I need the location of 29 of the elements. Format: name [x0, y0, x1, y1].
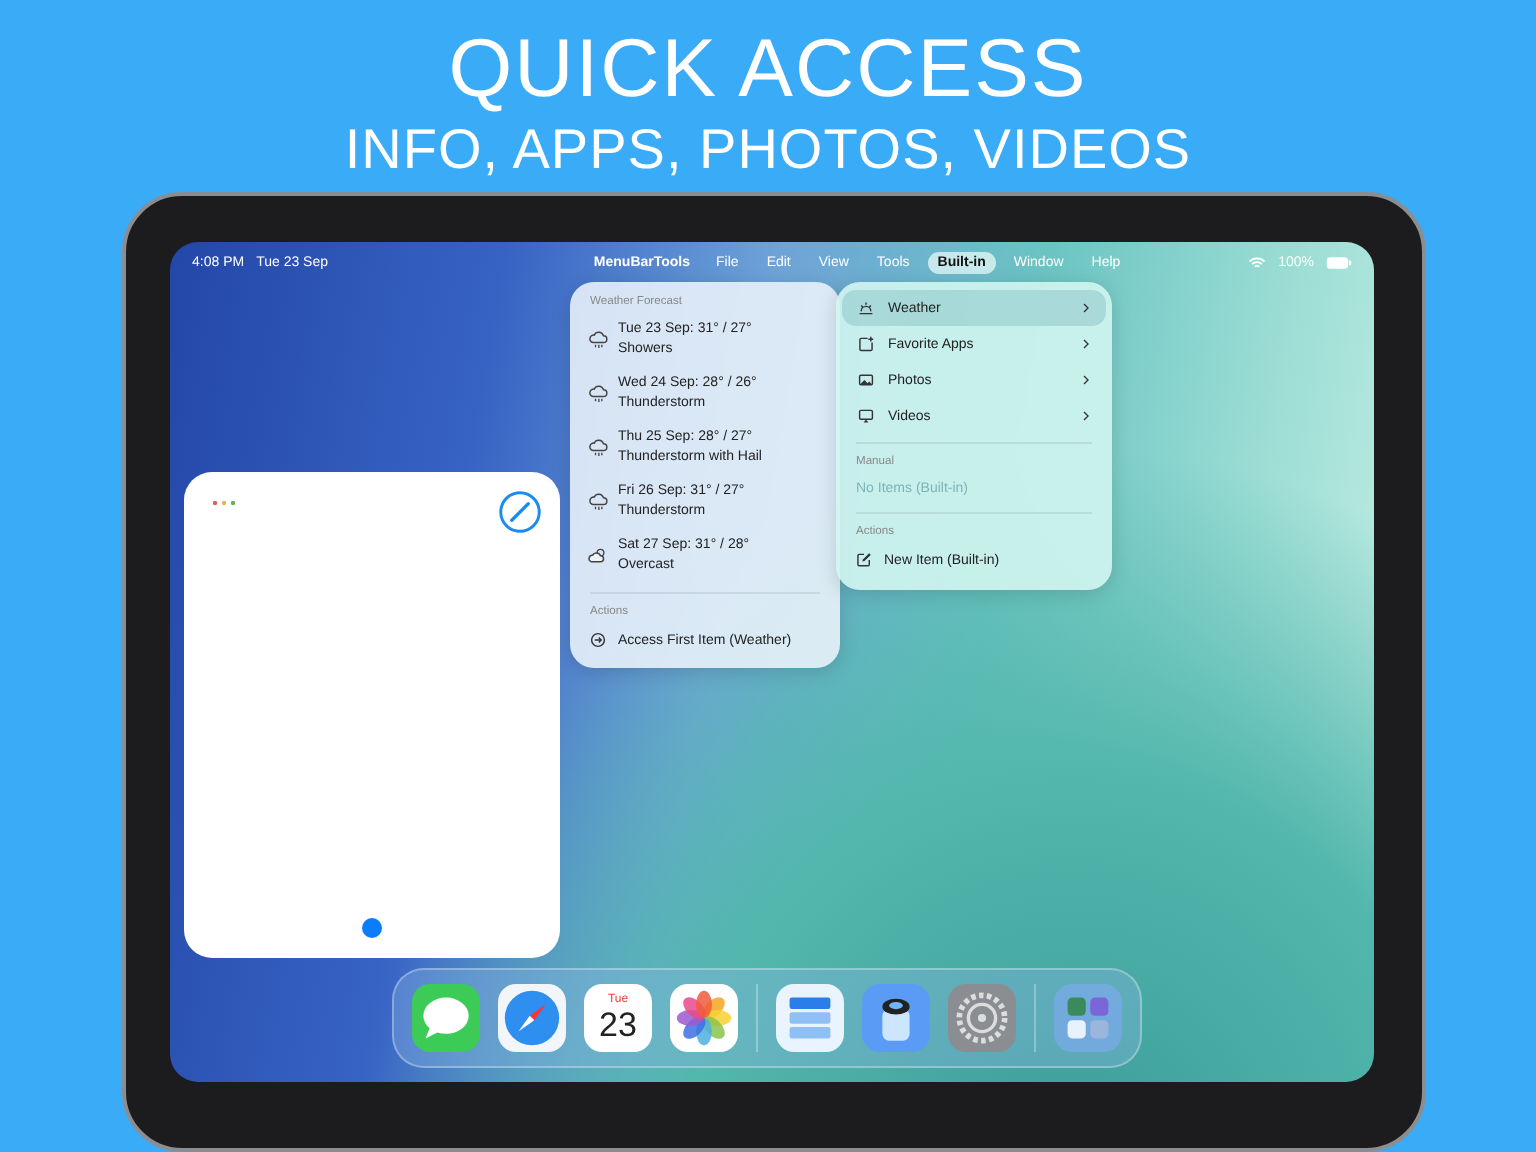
sunrise-icon	[858, 300, 874, 316]
page-indicator	[362, 918, 382, 938]
compose-icon[interactable]	[498, 490, 542, 534]
compass-app-icon[interactable]	[498, 984, 566, 1052]
cloud-rain-icon	[588, 438, 608, 458]
list-app-icon[interactable]	[776, 984, 844, 1052]
photos-app-icon[interactable]	[670, 984, 738, 1052]
wifi-icon	[1248, 256, 1267, 270]
compose-icon	[856, 552, 872, 568]
battery-icon	[1326, 256, 1352, 270]
photo-icon	[858, 372, 874, 388]
app-square-icon	[858, 336, 874, 352]
settings-app-icon[interactable]	[948, 984, 1016, 1052]
headline: QUICK ACCESS	[448, 20, 1088, 116]
chevron-icon	[1082, 302, 1090, 314]
app-folder-icon[interactable]	[1054, 984, 1122, 1052]
chevron-icon	[1082, 374, 1090, 386]
window-controls-icon[interactable]	[212, 500, 236, 506]
subheadline: INFO, APPS, PHOTOS, VIDEOS	[344, 116, 1192, 184]
cloud-rain-icon	[588, 384, 608, 404]
display-icon	[858, 408, 874, 424]
partly-cloudy-icon	[588, 546, 608, 566]
cloud-rain-icon	[588, 330, 608, 350]
cloud-rain-icon	[588, 492, 608, 512]
messages-app-icon[interactable]	[412, 984, 480, 1052]
arrow-circle-icon	[590, 632, 606, 648]
jar-app-icon[interactable]	[862, 984, 930, 1052]
chevron-icon	[1082, 410, 1090, 422]
chevron-icon	[1082, 338, 1090, 350]
